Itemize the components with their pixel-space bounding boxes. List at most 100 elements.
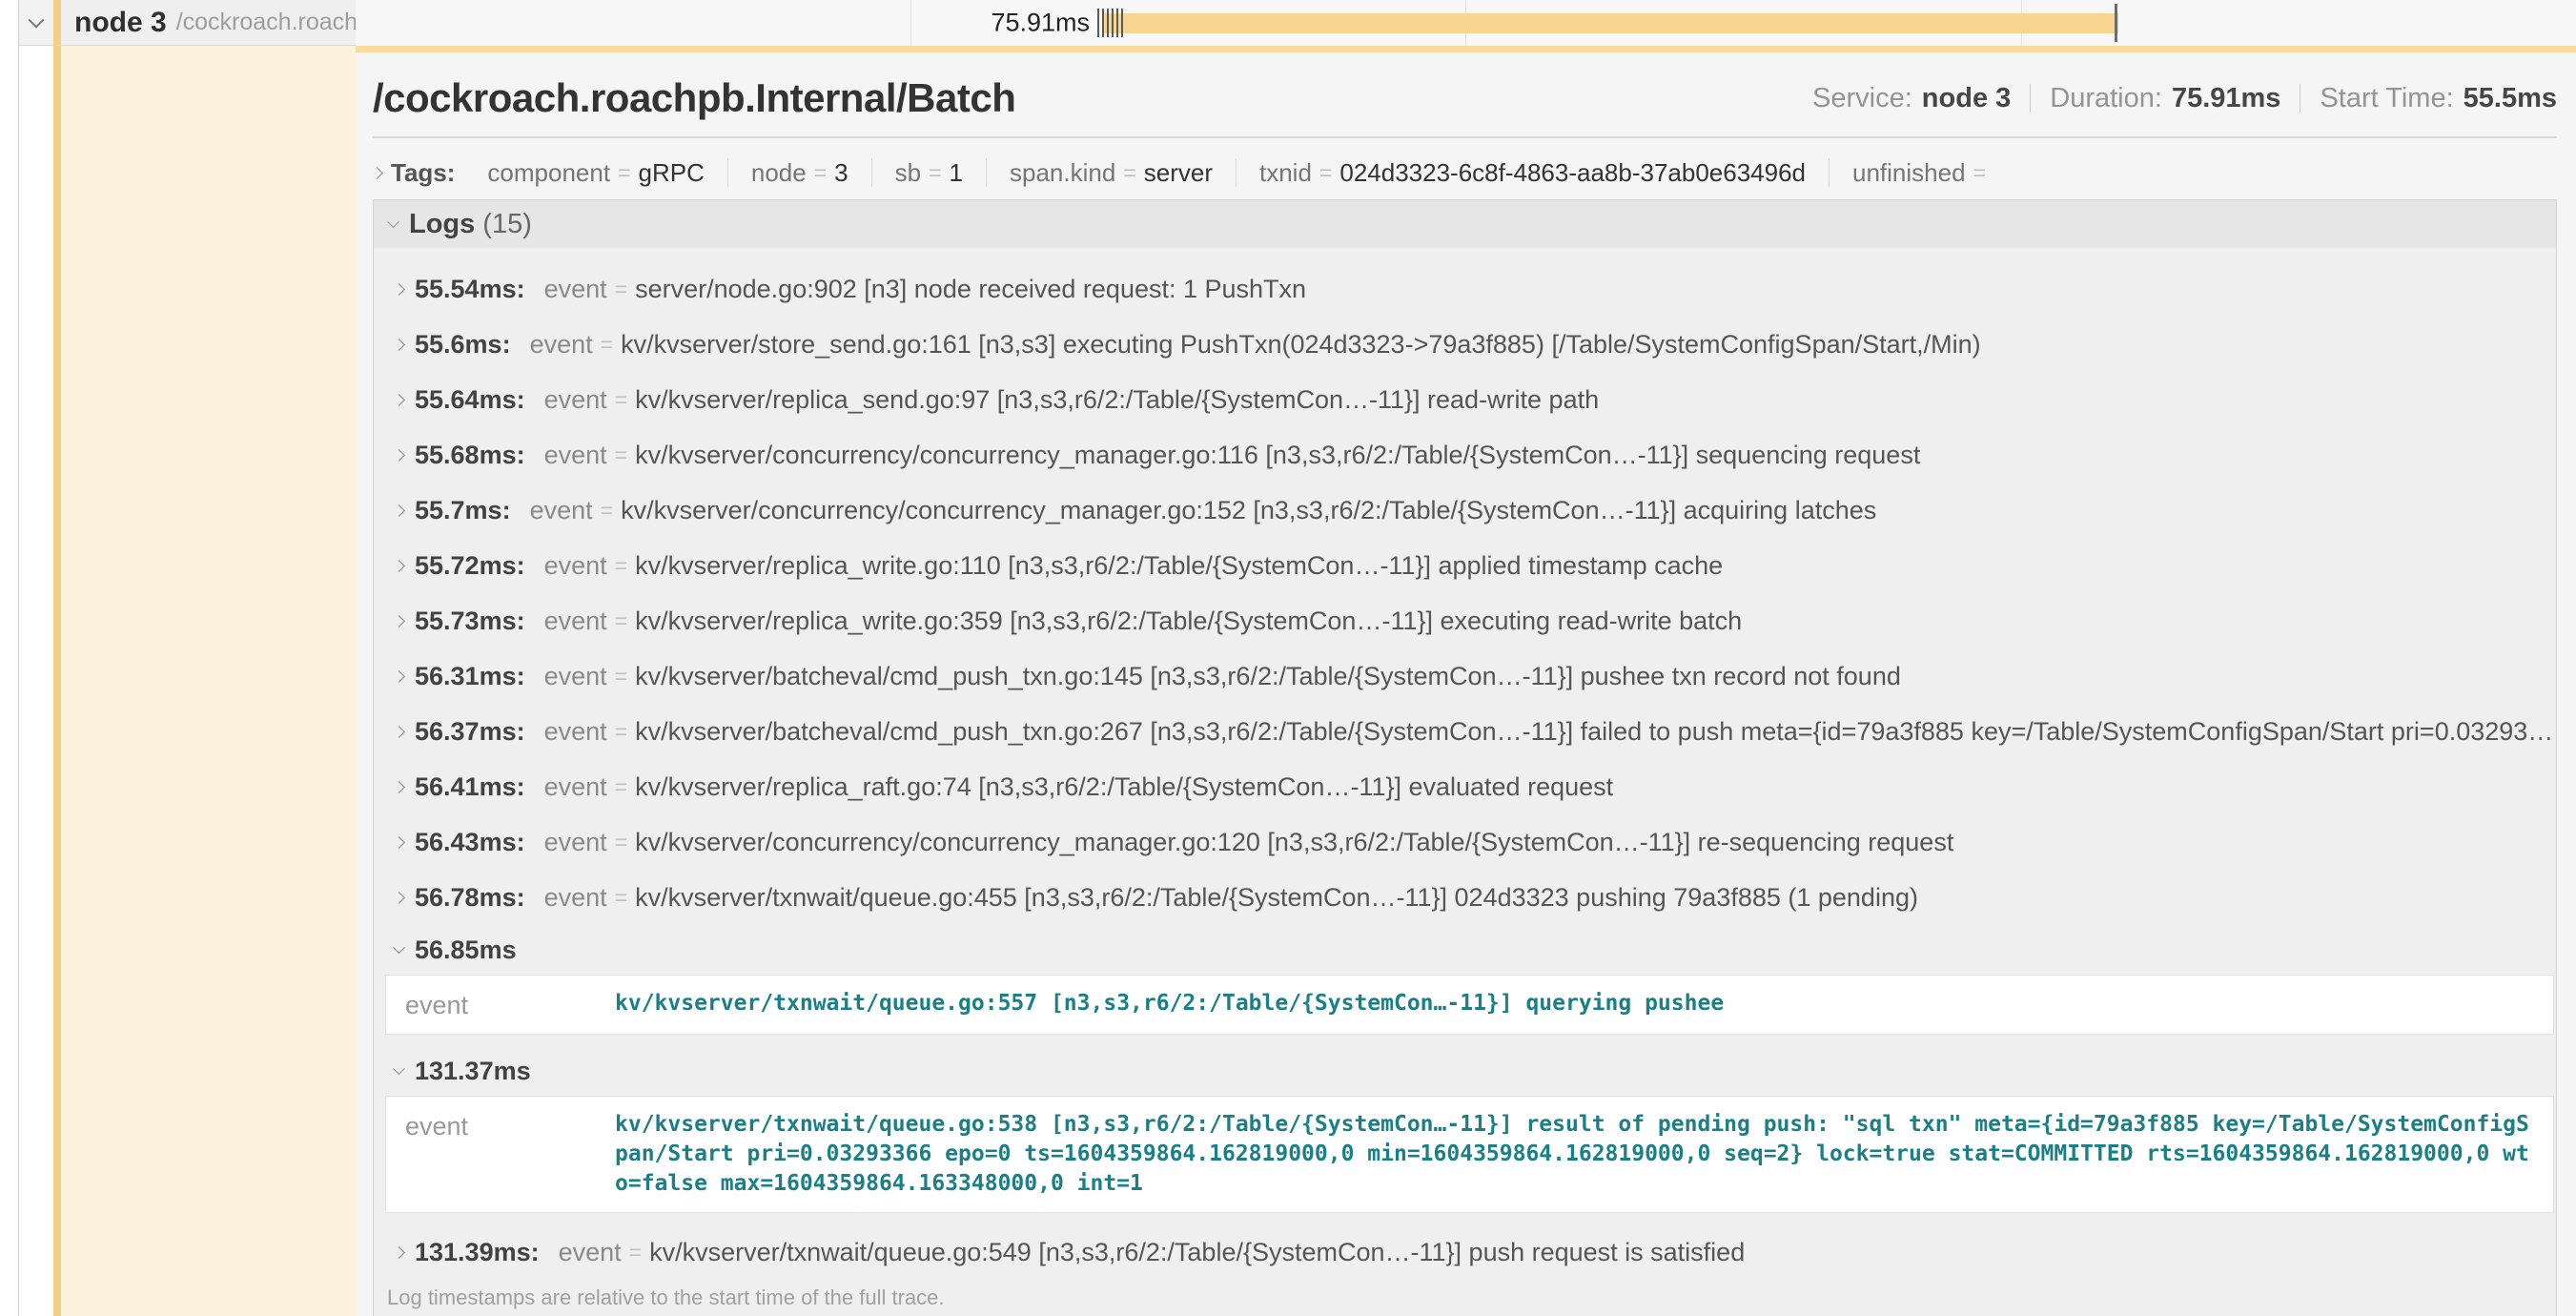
log-entry-row[interactable]: 55.68ms: event = kv/kvserver/concurrency…: [374, 427, 2556, 483]
log-field-key: event: [544, 828, 607, 857]
log-field-key: event: [530, 330, 593, 360]
log-entry-row[interactable]: 55.64ms: event = kv/kvserver/replica_sen…: [374, 372, 2556, 427]
tags-label: Tags:: [391, 158, 455, 188]
service-name: node 3: [74, 7, 167, 39]
logs-title: Logs: [409, 209, 475, 240]
equals-sign: =: [814, 160, 827, 186]
logs-footnote: Log timestamps are relative to the start…: [374, 1285, 2556, 1316]
chevron-right-icon: [393, 726, 405, 738]
trace-tree-gutter: [19, 46, 356, 1316]
log-timestamp: 55.73ms:: [415, 607, 525, 636]
equals-sign: =: [615, 830, 627, 855]
equals-sign: =: [618, 160, 630, 186]
log-timestamp: 56.37ms:: [415, 717, 525, 747]
span-color-strip: [53, 46, 356, 1316]
duration-value: 75.91ms: [2172, 83, 2281, 114]
tag-node: node = 3: [728, 158, 872, 187]
log-timestamp: 56.85ms: [415, 936, 517, 965]
tags-accordion[interactable]: Tags: component = gRPC node = 3 sb = 1 s…: [373, 152, 2557, 194]
log-timestamp: 55.54ms:: [415, 275, 525, 304]
log-entry-row[interactable]: 55.72ms: event = kv/kvserver/replica_wri…: [374, 538, 2556, 593]
log-entry-header[interactable]: 131.37ms: [374, 1046, 2556, 1096]
chevron-right-icon: [393, 394, 405, 406]
logs-accordion-header[interactable]: Logs (15): [374, 200, 2556, 248]
log-entry-row[interactable]: 56.37ms: event = kv/kvserver/batcheval/c…: [374, 704, 2556, 759]
log-detail-box: event kv/kvserver/txnwait/queue.go:538 […: [385, 1096, 2554, 1213]
log-tick-marker: [1102, 9, 1104, 37]
chevron-right-icon: [393, 449, 405, 462]
log-field-key: event: [544, 441, 607, 470]
duration-label: Duration:: [2050, 83, 2162, 114]
equals-sign: =: [629, 1240, 642, 1265]
log-tick-marker: [1097, 9, 1099, 37]
log-detail-box: event kv/kvserver/txnwait/queue.go:557 […: [385, 975, 2554, 1035]
log-field-key: event: [544, 772, 607, 802]
log-field-value: kv/kvserver/concurrency/concurrency_mana…: [621, 496, 2556, 525]
log-entry-header[interactable]: 56.85ms: [374, 925, 2556, 975]
log-entry-row[interactable]: 56.43ms: event = kv/kvserver/concurrency…: [374, 814, 2556, 870]
log-field-key: event: [530, 496, 593, 525]
equals-sign: =: [615, 553, 627, 579]
chevron-right-icon: [393, 504, 405, 517]
log-field-key: event: [559, 1238, 622, 1267]
span-detail-header: /cockroach.roachpb.Internal/Batch Servic…: [373, 75, 2557, 121]
log-timestamp: 55.72ms:: [415, 551, 525, 581]
log-field-value: kv/kvserver/store_send.go:161 [n3,s3] ex…: [621, 330, 2556, 360]
log-field-value: kv/kvserver/txnwait/queue.go:455 [n3,s3,…: [635, 883, 2556, 913]
log-field-key: event: [544, 607, 607, 636]
log-field-key: event: [544, 385, 607, 415]
log-field-key: event: [405, 1110, 615, 1199]
equals-sign: =: [615, 277, 627, 302]
operation-name: /cockroach.roach…: [176, 9, 356, 36]
span-collapse-toggle[interactable]: [19, 0, 53, 46]
log-field-key: event: [544, 662, 607, 691]
log-entry-row[interactable]: 55.73ms: event = kv/kvserver/replica_wri…: [374, 593, 2556, 648]
equals-sign: =: [615, 774, 627, 800]
chevron-down-icon: [393, 1062, 405, 1075]
log-timestamp: 55.64ms:: [415, 385, 525, 415]
log-entry-row[interactable]: 55.6ms: event = kv/kvserver/store_send.g…: [374, 317, 2556, 372]
log-entry-expanded: 56.85ms event kv/kvserver/txnwait/queue.…: [374, 925, 2556, 1035]
span-meta: Service: node 3 Duration: 75.91ms Start …: [1812, 83, 2557, 114]
log-timestamp: 56.41ms:: [415, 772, 525, 802]
log-entry-row[interactable]: 55.54ms: event = server/node.go:902 [n3]…: [374, 261, 2556, 317]
title-divider: [373, 136, 2557, 138]
chevron-down-icon: [29, 11, 45, 28]
log-field-key: event: [405, 989, 615, 1020]
chevron-right-icon: [393, 339, 405, 351]
log-field-value: kv/kvserver/txnwait/queue.go:549 [n3,s3,…: [649, 1238, 2556, 1267]
log-tick-marker: [1107, 9, 1109, 37]
span-name-cell[interactable]: node 3 /cockroach.roach…: [53, 0, 356, 46]
log-entry-row[interactable]: 56.31ms: event = kv/kvserver/batcheval/c…: [374, 648, 2556, 704]
chevron-right-icon: [393, 615, 405, 627]
log-entry-row[interactable]: 55.7ms: event = kv/kvserver/concurrency/…: [374, 483, 2556, 538]
tag-txnid: txnid = 024d3323-6c8f-4863-aa8b-37ab0e63…: [1237, 158, 1830, 187]
service-label: Service:: [1812, 83, 1912, 114]
log-entry-row[interactable]: 56.41ms: event = kv/kvserver/replica_raf…: [374, 759, 2556, 814]
span-duration-label: 75.91ms: [356, 9, 1090, 38]
logs-list: 55.54ms: event = server/node.go:902 [n3]…: [374, 248, 2556, 1316]
log-field-value: kv/kvserver/concurrency/concurrency_mana…: [635, 441, 2556, 470]
equals-sign: =: [615, 885, 627, 911]
chevron-right-icon: [393, 781, 405, 793]
span-title: /cockroach.roachpb.Internal/Batch: [373, 75, 1015, 121]
log-field-value: server/node.go:902 [n3] node received re…: [635, 275, 2556, 304]
tag-component: component = gRPC: [464, 158, 727, 187]
log-timestamp: 56.31ms:: [415, 662, 525, 691]
equals-sign: =: [615, 387, 627, 413]
span-duration-bar[interactable]: [1103, 13, 2118, 33]
log-field-value: kv/kvserver/txnwait/queue.go:538 [n3,s3,…: [615, 1110, 2534, 1199]
chevron-right-icon: [393, 560, 405, 572]
log-entry-row[interactable]: 131.39ms: event = kv/kvserver/txnwait/qu…: [374, 1224, 2556, 1280]
logs-section: Logs (15) 55.54ms: event = server/node.g…: [373, 199, 2557, 1316]
log-tick-marker: [1121, 9, 1123, 37]
log-entry-row[interactable]: 56.78ms: event = kv/kvserver/txnwait/que…: [374, 870, 2556, 925]
start-time-value: 55.5ms: [2464, 83, 2557, 114]
equals-sign: =: [1123, 160, 1135, 186]
tag-span-kind: span.kind = server: [987, 158, 1237, 187]
timeline-ruler[interactable]: 75.91ms: [356, 0, 2576, 46]
equals-sign: =: [601, 332, 613, 358]
log-timestamp: 55.7ms:: [415, 496, 511, 525]
log-field-key: event: [544, 717, 607, 747]
log-field-value: kv/kvserver/concurrency/concurrency_mana…: [635, 828, 2556, 857]
